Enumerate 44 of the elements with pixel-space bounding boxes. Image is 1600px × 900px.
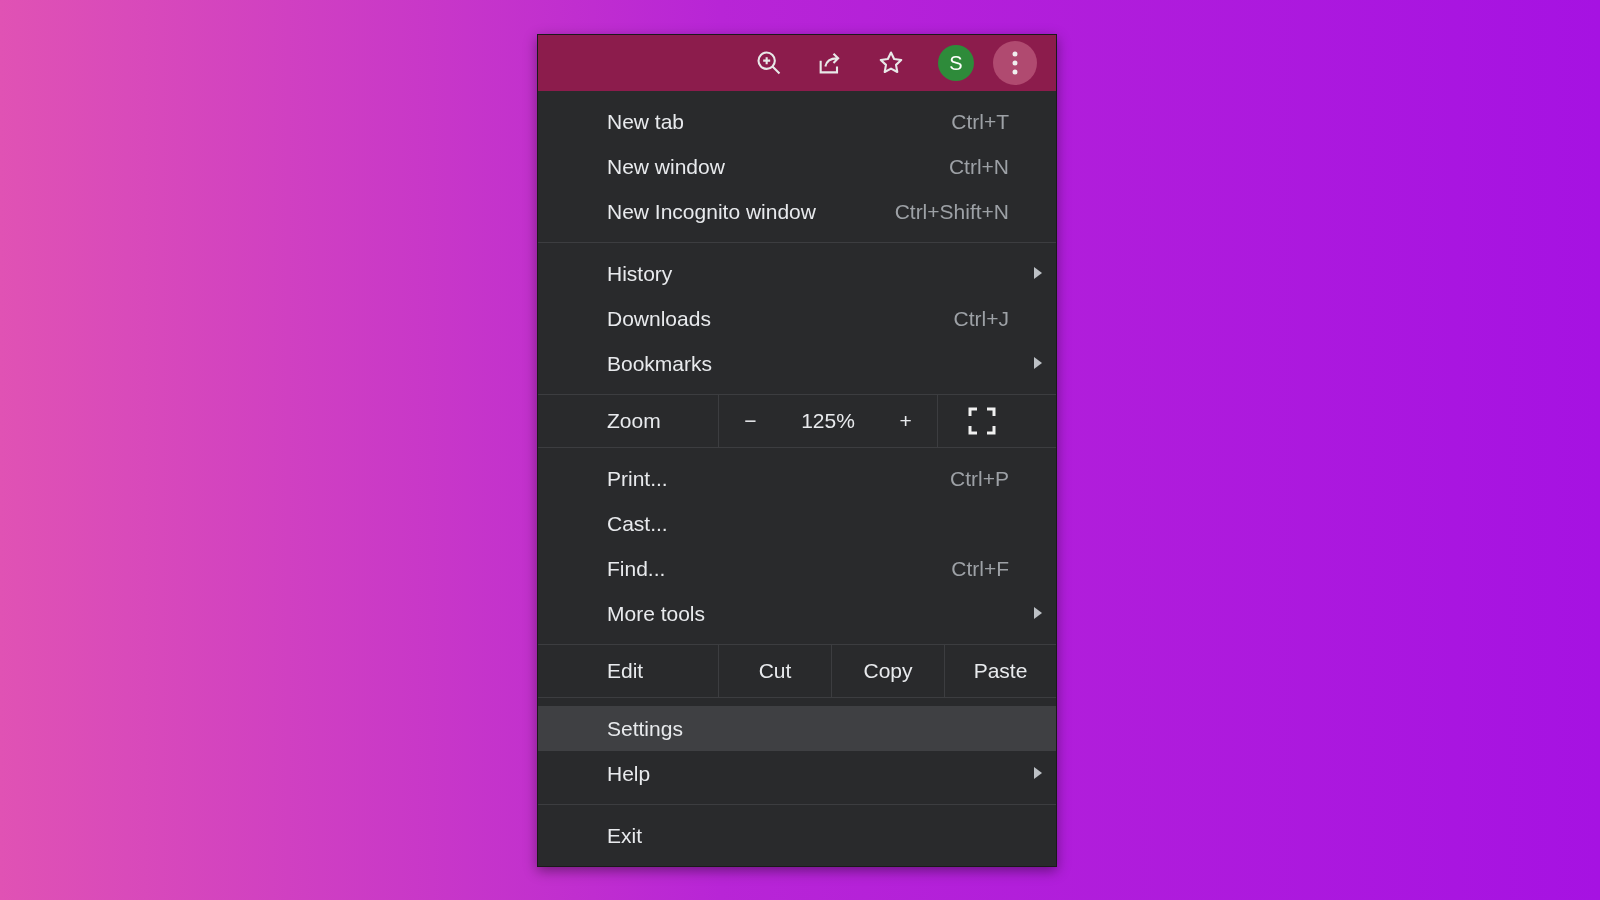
item-label: New tab bbox=[607, 109, 685, 134]
shortcut-text: Ctrl+T bbox=[951, 109, 1009, 134]
edit-action-button[interactable]: Paste bbox=[944, 645, 1056, 697]
menu-item[interactable]: History bbox=[538, 251, 1056, 296]
shortcut-text: Ctrl+F bbox=[951, 556, 1009, 581]
item-label: Print... bbox=[607, 466, 668, 491]
menu-item[interactable]: Exit bbox=[538, 813, 1056, 858]
item-label: Downloads bbox=[607, 306, 711, 331]
zoom-label: Zoom bbox=[606, 408, 662, 434]
item-label: Bookmarks bbox=[607, 351, 713, 376]
zoom-out-button[interactable]: − bbox=[738, 408, 763, 434]
item-label: New Incognito window bbox=[607, 199, 816, 224]
fullscreen-icon[interactable] bbox=[968, 407, 996, 435]
edit-label: Edit bbox=[606, 658, 645, 684]
item-label: More tools bbox=[607, 601, 706, 626]
item-label: Help bbox=[607, 761, 651, 786]
menu-item[interactable]: Bookmarks bbox=[538, 341, 1056, 386]
edit-action-button[interactable]: Copy bbox=[831, 645, 944, 697]
menu-icon[interactable] bbox=[993, 41, 1037, 85]
item-label: Exit bbox=[607, 823, 642, 848]
item-label: Cast... bbox=[607, 511, 668, 536]
menu-item[interactable]: New tab Ctrl+T bbox=[538, 99, 1056, 144]
zoom-in-button[interactable]: + bbox=[893, 408, 918, 434]
profile-avatar[interactable]: S bbox=[938, 45, 974, 81]
zoom-icon[interactable] bbox=[755, 49, 783, 77]
shortcut-text: Ctrl+P bbox=[950, 466, 1009, 491]
item-label: Find... bbox=[607, 556, 666, 581]
item-label: New window bbox=[607, 154, 725, 179]
menu-item[interactable]: Settings bbox=[538, 706, 1056, 751]
menu-item[interactable]: Cast... bbox=[538, 501, 1056, 546]
menu-item[interactable]: New window Ctrl+N bbox=[538, 144, 1056, 189]
menu-item[interactable]: Help bbox=[538, 751, 1056, 796]
edit-action-button[interactable]: Cut bbox=[718, 645, 831, 697]
menu-item[interactable]: Find... Ctrl+F bbox=[538, 546, 1056, 591]
menu-item[interactable]: Print... Ctrl+P bbox=[538, 456, 1056, 501]
shortcut-text: Ctrl+N bbox=[948, 154, 1009, 179]
menu-item[interactable]: Downloads Ctrl+J bbox=[538, 296, 1056, 341]
item-label: Settings bbox=[607, 716, 683, 741]
menu-item[interactable]: New Incognito window Ctrl+Shift+N bbox=[538, 189, 1056, 234]
shortcut-text: Ctrl+J bbox=[953, 306, 1009, 331]
menu-item[interactable]: More tools bbox=[538, 591, 1056, 636]
zoom-value: 125% bbox=[801, 409, 855, 433]
shortcut-text: Ctrl+Shift+N bbox=[894, 199, 1009, 224]
item-label: History bbox=[607, 261, 673, 286]
